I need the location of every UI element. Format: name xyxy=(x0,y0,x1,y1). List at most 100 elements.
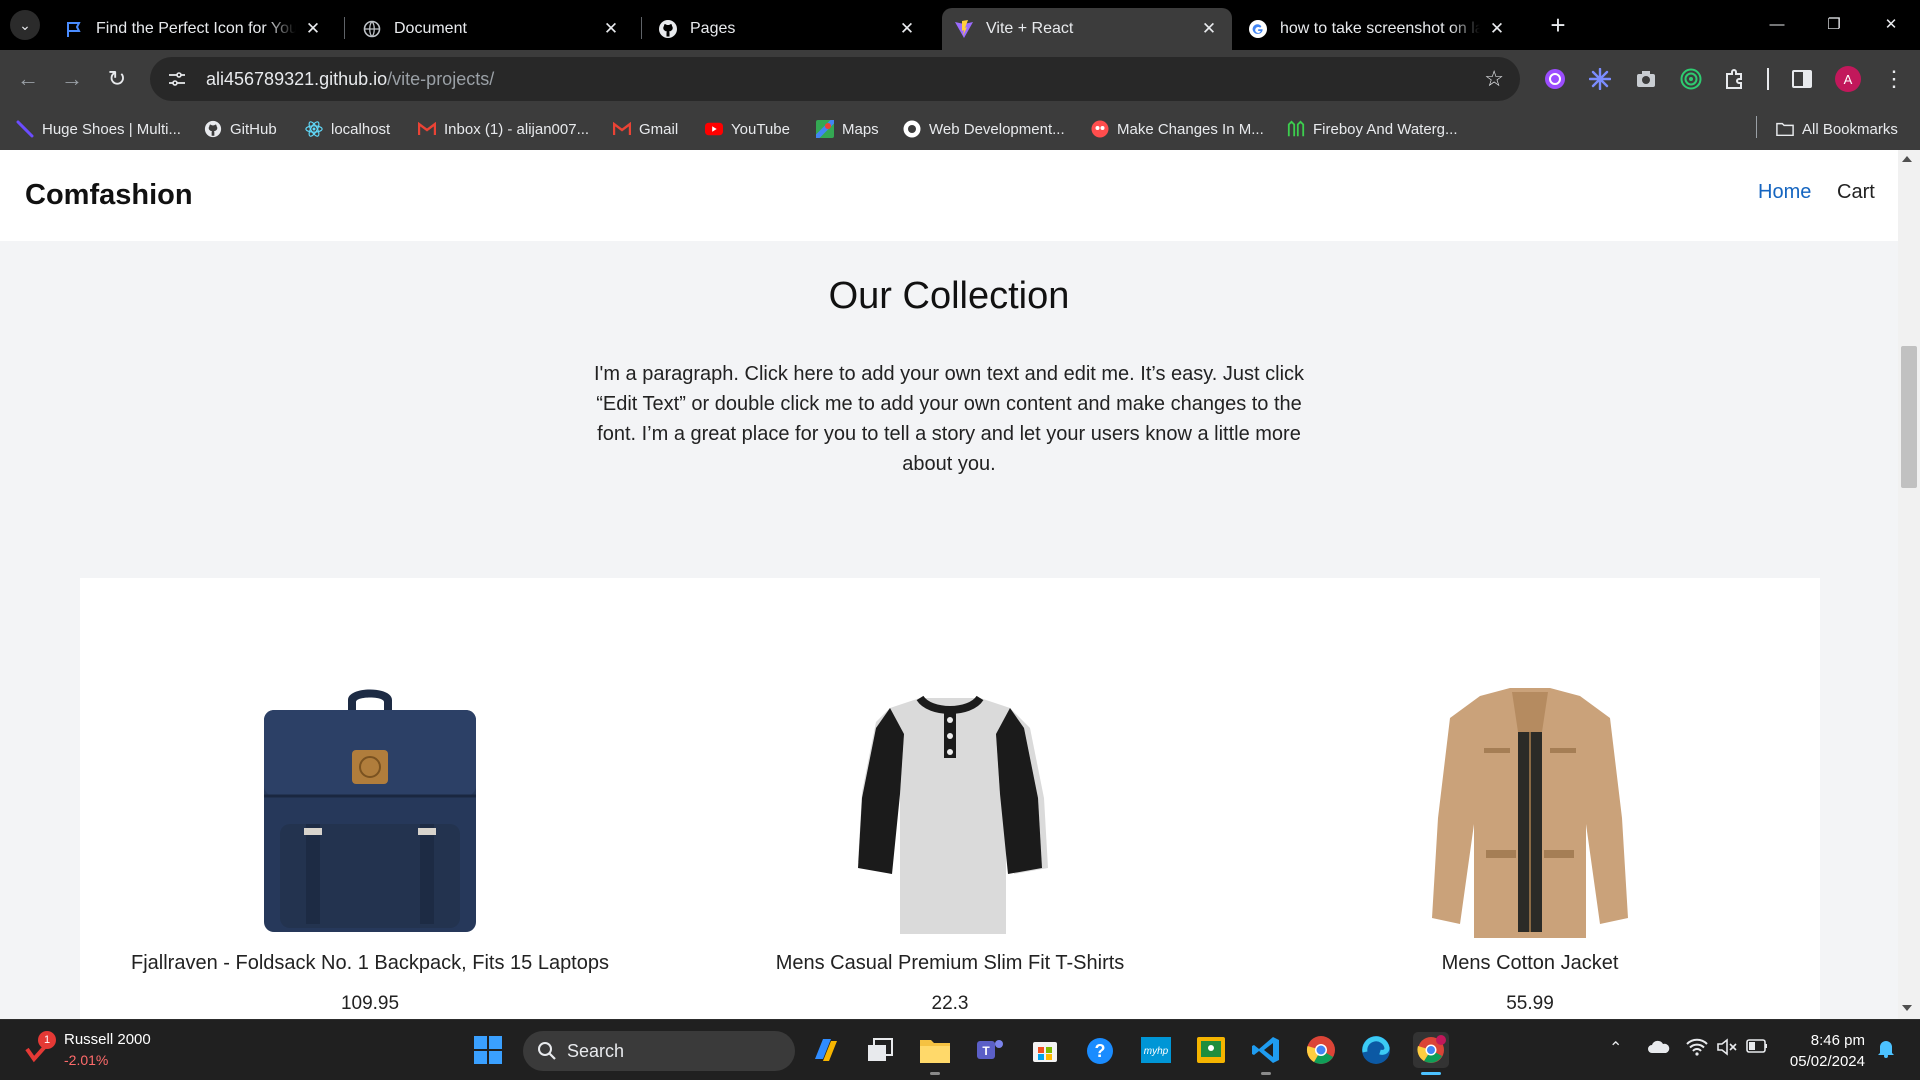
bookmark-item[interactable]: Gmail xyxy=(613,116,678,142)
reload-button[interactable]: ↻ xyxy=(100,62,134,96)
bookmark-label: Gmail xyxy=(639,120,679,138)
taskbar-search[interactable]: Search xyxy=(523,1031,795,1071)
extension-purple-icon[interactable] xyxy=(1542,66,1568,92)
product-card[interactable]: Mens Casual Premium Slim Fit T-Shirts 22… xyxy=(660,578,1240,1019)
product-name[interactable]: Mens Cotton Jacket xyxy=(1240,952,1820,975)
google-classroom-icon[interactable] xyxy=(1193,1032,1229,1068)
tab-title: Pages xyxy=(690,20,736,37)
toolbar-divider xyxy=(1767,68,1769,90)
bookmark-item[interactable]: Make Changes In M... xyxy=(1091,116,1264,142)
menu-dots-icon[interactable]: ⋮ xyxy=(1880,64,1908,94)
restore-button[interactable]: ❐ xyxy=(1809,6,1859,42)
clock-date: 05/02/2024 xyxy=(1789,1053,1865,1070)
profile-avatar[interactable]: A xyxy=(1835,66,1861,92)
onedrive-icon[interactable] xyxy=(1647,1038,1671,1059)
tab-search-button[interactable]: ⌄ xyxy=(10,10,40,40)
back-button[interactable]: ← xyxy=(11,62,45,96)
extension-target-icon[interactable] xyxy=(1678,66,1704,92)
vscode-icon[interactable] xyxy=(1248,1032,1284,1068)
tab-icon-finder[interactable]: Find the Perfect Icon for Your Pr ✕ xyxy=(52,8,336,50)
new-tab-button[interactable]: + xyxy=(1543,10,1573,40)
gmail-icon xyxy=(613,120,631,138)
product-name[interactable]: Mens Casual Premium Slim Fit T-Shirts xyxy=(660,952,1240,975)
myhp-icon[interactable]: myhp xyxy=(1138,1032,1174,1068)
close-icon[interactable]: ✕ xyxy=(304,19,322,38)
minimize-button[interactable]: — xyxy=(1752,6,1802,42)
extension-sparkle-icon[interactable] xyxy=(1587,66,1613,92)
svg-text:?: ? xyxy=(1095,1041,1106,1061)
product-name[interactable]: Fjallraven - Foldsack No. 1 Backpack, Fi… xyxy=(80,952,660,975)
battery-icon[interactable] xyxy=(1746,1038,1768,1059)
github-icon xyxy=(658,19,678,39)
close-icon[interactable]: ✕ xyxy=(1200,19,1218,38)
backpack-image[interactable] xyxy=(240,678,500,938)
widget-title: Russell 2000 xyxy=(64,1031,151,1048)
tab-document[interactable]: Document ✕ xyxy=(350,8,634,50)
bookmark-item[interactable]: Huge Shoes | Multi... xyxy=(16,116,181,142)
site-info-icon[interactable] xyxy=(162,64,192,94)
bookmark-item[interactable]: YouTube xyxy=(705,116,790,142)
app-running-indicator xyxy=(930,1072,940,1075)
tab-pages[interactable]: Pages ✕ xyxy=(646,8,930,50)
side-panel-icon[interactable] xyxy=(1789,66,1815,92)
address-bar[interactable]: ali456789321.github.io/vite-projects/ ☆ xyxy=(150,57,1520,101)
teams-icon[interactable]: T xyxy=(972,1032,1008,1068)
chevron-up-icon[interactable]: ⌃ xyxy=(1609,1038,1622,1058)
tab-google-search[interactable]: how to take screenshot on lapto ✕ xyxy=(1236,8,1520,50)
close-window-button[interactable]: ✕ xyxy=(1866,6,1916,42)
volume-muted-icon[interactable] xyxy=(1716,1038,1738,1061)
bookmark-item[interactable]: GitHub xyxy=(204,116,277,142)
scroll-up-arrow-icon[interactable] xyxy=(1902,156,1912,162)
copilot-icon[interactable] xyxy=(808,1032,844,1068)
chrome-icon[interactable] xyxy=(1303,1032,1339,1068)
folder-icon xyxy=(1776,120,1794,138)
nav-cart-link[interactable]: Cart xyxy=(1837,181,1875,204)
extension-camera-icon[interactable] xyxy=(1633,66,1659,92)
bookmark-item[interactable]: Web Development... xyxy=(903,116,1065,142)
tab-title: Vite + React xyxy=(986,20,1074,37)
bookmark-label: Inbox (1) - alijan007... xyxy=(444,120,590,138)
windows-start-icon[interactable] xyxy=(470,1032,506,1068)
url-path: /vite-projects/ xyxy=(387,68,495,89)
site-brand[interactable]: Comfashion xyxy=(25,179,193,212)
notification-badge: 1 xyxy=(38,1031,56,1049)
taskbar-clock[interactable]: 8:46 pm 05/02/2024 xyxy=(1785,1030,1865,1072)
close-icon[interactable]: ✕ xyxy=(898,19,916,38)
wifi-icon[interactable] xyxy=(1686,1038,1708,1061)
microsoft-store-icon[interactable] xyxy=(1027,1032,1063,1068)
stock-widget[interactable]: 1 Russell 2000 -2.01% xyxy=(24,1028,151,1072)
close-icon[interactable]: ✕ xyxy=(602,19,620,38)
product-price: 55.99 xyxy=(1506,993,1554,1014)
tshirt-image[interactable] xyxy=(820,678,1080,938)
github-icon xyxy=(204,120,222,138)
bookmark-item[interactable]: Inbox (1) - alijan007... xyxy=(418,116,589,142)
jacket-image[interactable] xyxy=(1400,678,1660,938)
close-icon[interactable]: ✕ xyxy=(1488,19,1506,38)
extensions-puzzle-icon[interactable] xyxy=(1722,66,1748,92)
bookmark-star-icon[interactable]: ☆ xyxy=(1484,67,1504,91)
product-card[interactable]: Mens Cotton Jacket 55.99 xyxy=(1240,578,1820,1019)
bookmark-item[interactable]: Maps xyxy=(816,116,879,142)
bookmarks-divider xyxy=(1756,116,1757,138)
edge-icon[interactable] xyxy=(1358,1032,1394,1068)
scrollbar-thumb[interactable] xyxy=(1901,346,1917,488)
nav-home-link[interactable]: Home xyxy=(1758,181,1811,204)
close-icon: ✕ xyxy=(1884,16,1898,33)
task-view-icon[interactable] xyxy=(862,1032,898,1068)
bookmark-item[interactable]: Fireboy And Waterg... xyxy=(1287,116,1458,142)
forward-button[interactable]: → xyxy=(55,62,89,96)
chrome-profile-icon[interactable] xyxy=(1413,1032,1449,1068)
search-label: Search xyxy=(567,1040,625,1061)
bookmark-item[interactable]: localhost xyxy=(305,116,390,142)
file-explorer-icon[interactable] xyxy=(917,1032,953,1068)
tab-vite-react[interactable]: Vite + React ✕ xyxy=(942,8,1232,50)
scroll-down-arrow-icon[interactable] xyxy=(1902,1005,1912,1011)
page-scrollbar[interactable] xyxy=(1898,150,1920,1019)
help-icon[interactable]: ? xyxy=(1083,1032,1119,1068)
bookmark-label: Huge Shoes | Multi... xyxy=(42,120,181,138)
all-bookmarks[interactable]: All Bookmarks xyxy=(1776,116,1898,142)
bookmark-label: Web Development... xyxy=(929,120,1065,138)
product-card[interactable]: Fjallraven - Foldsack No. 1 Backpack, Fi… xyxy=(80,578,660,1019)
notification-bell-icon[interactable] xyxy=(1876,1038,1896,1063)
globe-icon xyxy=(362,19,382,39)
